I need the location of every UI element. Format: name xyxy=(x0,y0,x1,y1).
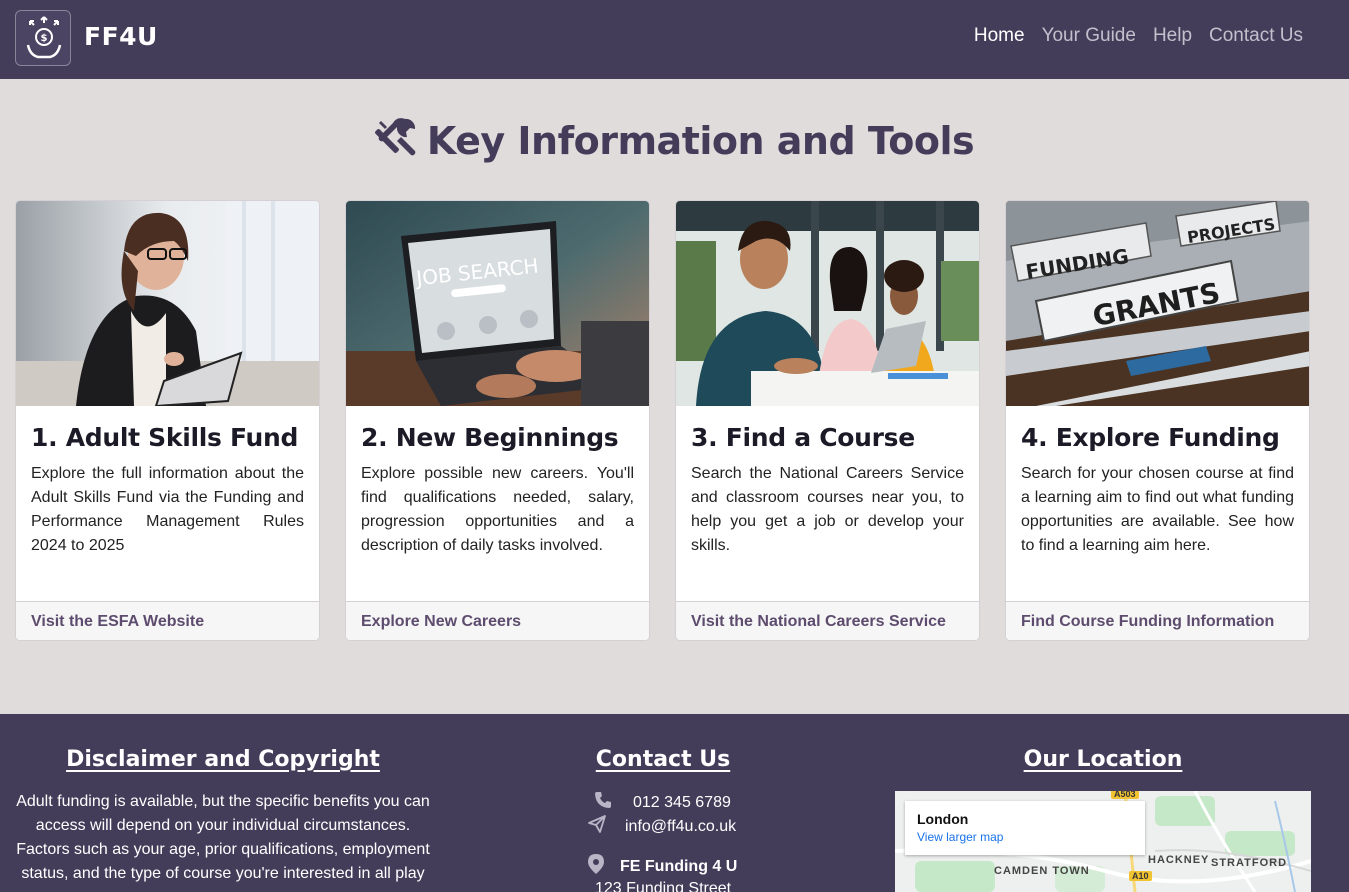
card-text: Search for your chosen course at find a … xyxy=(1021,465,1294,554)
main-nav: Home Your Guide Help Contact Us xyxy=(974,25,1303,47)
disclaimer-text: Adult funding is available, but the spec… xyxy=(16,793,430,882)
phone-icon xyxy=(593,790,613,815)
logo-icon[interactable]: $ xyxy=(15,10,71,66)
contact-heading: Contact Us xyxy=(595,747,731,772)
card-title: 1. Adult Skills Fund xyxy=(31,423,299,452)
funding-grants-folders-photo: FUNDING PROJECTS GRANTS xyxy=(1006,201,1309,406)
card-footer: Visit the National Careers Service xyxy=(676,601,979,640)
nav-help[interactable]: Help xyxy=(1153,25,1192,47)
explore-new-careers-link[interactable]: Explore New Careers xyxy=(361,613,521,630)
phone-number: 012 345 6789 xyxy=(633,793,731,811)
map-label-camden-town: CAMDEN TOWN xyxy=(994,865,1090,877)
visit-esfa-link[interactable]: Visit the ESFA Website xyxy=(31,613,204,630)
org-name: FE Funding 4 U xyxy=(620,857,738,875)
card-new-beginnings: JOB SEARCH 2. New Beginnings Explore pos… xyxy=(345,200,650,641)
card-text: Search the National Careers Service and … xyxy=(691,465,964,554)
laptop-job-search-photo: JOB SEARCH xyxy=(346,201,649,406)
card-explore-funding: FUNDING PROJECTS GRANTS 4. Explore Fundi… xyxy=(1005,200,1310,641)
contact-email[interactable]: info@ff4u.co.uk xyxy=(587,814,736,839)
tools-icon xyxy=(374,117,417,164)
disclaimer-heading: Disclaimer and Copyright xyxy=(66,747,380,772)
site-logo-text[interactable]: FF4U xyxy=(84,22,158,51)
card-text: Explore possible new careers. You'll fin… xyxy=(361,465,634,554)
site-footer: Disclaimer and Copyright Adult funding i… xyxy=(0,714,1349,892)
section-heading: Key Information and Tools xyxy=(0,117,1349,164)
contact-address: FE Funding 4 U xyxy=(588,854,737,879)
card-title: 4. Explore Funding xyxy=(1021,423,1280,452)
embedded-map[interactable]: A503 A10 HACKNEY STRATFORD CAMDEN TOWN L… xyxy=(895,791,1311,892)
site-header: $ FF4U Home Your Guide Help Contact Us xyxy=(0,0,1349,79)
nav-home[interactable]: Home xyxy=(974,25,1025,47)
students-in-classroom-photo xyxy=(676,201,979,406)
card-text: Explore the full information about the A… xyxy=(31,465,304,554)
map-info-card: London View larger map xyxy=(905,801,1145,855)
map-label-hackney: HACKNEY xyxy=(1148,854,1210,866)
card-footer: Visit the ESFA Website xyxy=(16,601,319,640)
road-badge-a503: A503 xyxy=(1111,791,1139,799)
street-address: 123 Funding Street xyxy=(595,880,732,892)
nav-contact-us[interactable]: Contact Us xyxy=(1209,25,1303,47)
card-find-a-course: 3. Find a Course Search the National Car… xyxy=(675,200,980,641)
card-title: 2. New Beginnings xyxy=(361,423,619,452)
card-footer: Find Course Funding Information xyxy=(1006,601,1309,640)
road-badge-a10: A10 xyxy=(1129,871,1152,881)
visit-national-careers-link[interactable]: Visit the National Careers Service xyxy=(691,613,946,630)
paper-plane-icon xyxy=(587,814,607,839)
svg-text:$: $ xyxy=(41,33,48,44)
location-heading: Our Location xyxy=(1023,747,1183,772)
view-larger-map-link[interactable]: View larger map xyxy=(917,830,1133,844)
map-city: London xyxy=(917,811,969,827)
contact-phone[interactable]: 012 345 6789 xyxy=(593,790,731,815)
email-address: info@ff4u.co.uk xyxy=(625,817,737,835)
find-course-funding-link[interactable]: Find Course Funding Information xyxy=(1021,613,1274,630)
nav-your-guide[interactable]: Your Guide xyxy=(1042,25,1136,47)
page-title: Key Information and Tools xyxy=(426,118,975,163)
card-footer: Explore New Careers xyxy=(346,601,649,640)
card-title: 3. Find a Course xyxy=(691,423,915,452)
location-pin-icon xyxy=(588,854,604,879)
woman-with-clipboard-photo xyxy=(16,201,319,406)
card-adult-skills-fund: 1. Adult Skills Fund Explore the full in… xyxy=(15,200,320,641)
map-label-stratford: STRATFORD xyxy=(1211,857,1288,869)
